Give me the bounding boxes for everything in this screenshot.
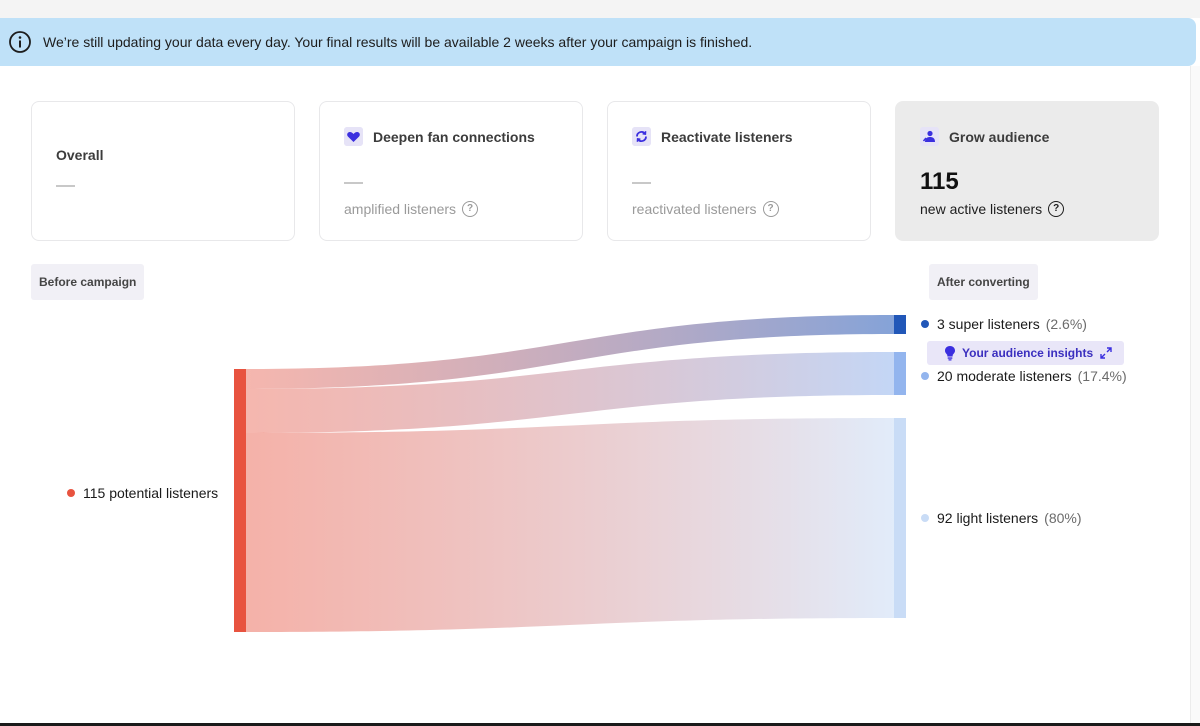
source-label: 115 potential listeners xyxy=(67,485,218,501)
target-super-pct: (2.6%) xyxy=(1045,316,1087,332)
card-overall[interactable]: Overall xyxy=(31,101,295,241)
card-deepen-fan-connections[interactable]: Deepen fan connections amplified listene… xyxy=(319,101,583,241)
card-grow-subtitle-text: new active listeners xyxy=(920,201,1043,217)
stage-label-after: After converting xyxy=(929,264,1038,300)
sankey-node-light xyxy=(894,418,906,618)
card-overall-title: Overall xyxy=(56,147,104,163)
card-deepen-value xyxy=(344,182,363,184)
source-dot xyxy=(67,489,75,497)
card-reactivate-title: Reactivate listeners xyxy=(661,129,793,145)
card-deepen-subtitle-text: amplified listeners xyxy=(344,201,457,217)
stage-label-before: Before campaign xyxy=(31,264,145,300)
card-grow-title: Grow audience xyxy=(949,129,1050,145)
help-icon[interactable]: ? xyxy=(462,201,479,217)
target-light-pct: (80%) xyxy=(1044,510,1082,526)
expand-icon xyxy=(1100,347,1112,359)
sankey-node-super xyxy=(894,315,906,334)
target-super-text: 3 super listeners xyxy=(937,316,1040,332)
refresh-icon xyxy=(632,127,651,146)
card-reactivate-listeners[interactable]: Reactivate listeners reactivated listene… xyxy=(607,101,871,241)
target-label-super: 3 super listeners (2.6%) xyxy=(921,316,1087,332)
card-reactivate-subtitle-text: reactivated listeners xyxy=(632,201,757,217)
card-deepen-title: Deepen fan connections xyxy=(373,129,535,145)
target-light-text: 92 light listeners xyxy=(937,510,1039,526)
heart-icon xyxy=(344,127,363,146)
card-grow-subtitle: new active listeners ? xyxy=(920,201,1065,217)
target-dot-light xyxy=(921,514,929,522)
target-label-moderate: 20 moderate listeners (17.4%) xyxy=(921,368,1127,384)
info-banner: We’re still updating your data every day… xyxy=(0,18,1196,66)
target-label-light: 92 light listeners (80%) xyxy=(921,510,1082,526)
help-icon[interactable]: ? xyxy=(762,201,779,217)
audience-insights-label: Your audience insights xyxy=(962,346,1094,360)
sankey-node-moderate xyxy=(894,352,906,395)
help-icon[interactable]: ? xyxy=(1048,201,1065,217)
lightbulb-icon xyxy=(945,346,955,361)
source-label-text: 115 potential listeners xyxy=(83,485,219,501)
card-grow-audience[interactable]: Grow audience 115 new active listeners ? xyxy=(895,101,1159,241)
target-moderate-pct: (17.4%) xyxy=(1077,368,1127,384)
target-dot-super xyxy=(921,320,929,328)
top-strip xyxy=(0,0,1200,18)
audience-insights-button[interactable]: Your audience insights xyxy=(927,341,1124,365)
info-icon xyxy=(9,31,31,53)
card-deepen-subtitle: amplified listeners ? xyxy=(344,201,479,217)
sankey-link-light xyxy=(246,418,894,632)
person-icon xyxy=(920,127,939,146)
card-grow-value: 115 xyxy=(920,168,959,195)
card-reactivate-value xyxy=(632,182,651,184)
card-reactivate-subtitle: reactivated listeners ? xyxy=(632,201,779,217)
campaign-results-page: We’re still updating your data every day… xyxy=(0,0,1200,726)
target-moderate-text: 20 moderate listeners xyxy=(937,368,1072,384)
scrollbar[interactable] xyxy=(1190,66,1200,726)
card-overall-value xyxy=(56,185,75,187)
target-dot-moderate xyxy=(921,372,929,380)
sankey-node-source xyxy=(234,369,246,632)
banner-message: We’re still updating your data every day… xyxy=(43,34,753,50)
